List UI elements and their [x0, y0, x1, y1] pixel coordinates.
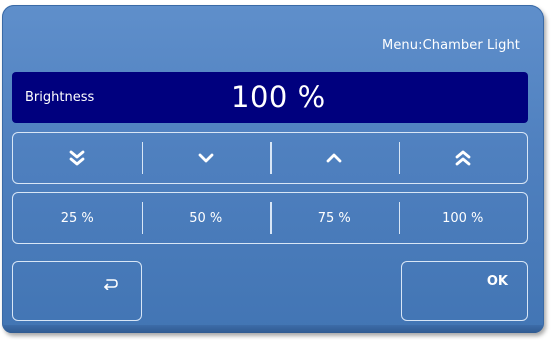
preset-75-button[interactable]: 75 % [270, 193, 399, 243]
chamber-light-panel: Menu:Chamber Light Brightness 100 % 25 %… [2, 5, 544, 333]
preset-50-button[interactable]: 50 % [141, 193, 271, 243]
increase-button[interactable] [270, 133, 399, 183]
decrease-fast-button[interactable] [13, 133, 142, 183]
double-chevron-up-icon [455, 150, 471, 166]
menu-title: Menu:Chamber Light [382, 38, 520, 53]
back-button[interactable] [12, 261, 142, 321]
brightness-display: Brightness 100 % [12, 72, 528, 123]
ok-button[interactable]: OK [401, 261, 528, 321]
brightness-label: Brightness [25, 90, 95, 105]
chevron-down-icon [198, 152, 214, 164]
ok-label: OK [486, 274, 508, 289]
return-arrow-icon [103, 275, 119, 294]
preset-25-button[interactable]: 25 % [13, 193, 142, 243]
preset-100-button[interactable]: 100 % [398, 193, 528, 243]
preset-button-row: 25 % 50 % 75 % 100 % [12, 192, 528, 244]
brightness-value: 100 % [231, 80, 326, 114]
decrease-button[interactable] [141, 133, 271, 183]
double-chevron-down-icon [69, 150, 85, 166]
chevron-up-icon [326, 152, 342, 164]
step-button-row [12, 132, 528, 184]
increase-fast-button[interactable] [398, 133, 528, 183]
